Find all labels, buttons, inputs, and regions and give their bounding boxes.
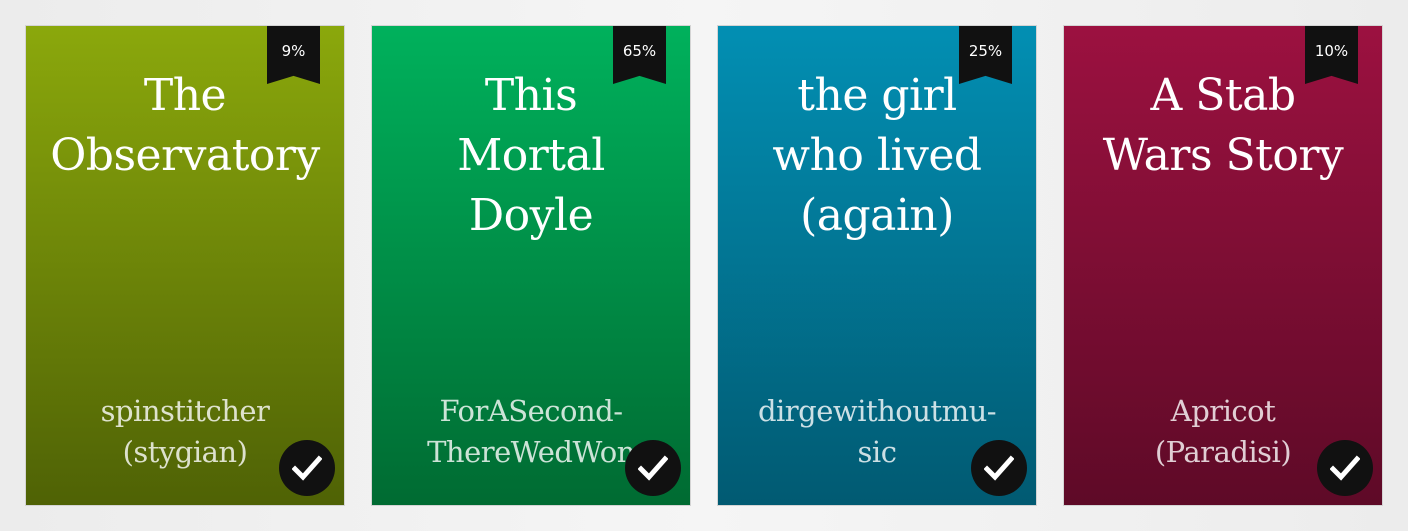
book-title: A Stab Wars Story [1102,70,1344,181]
selected-checkmark-badge[interactable] [279,440,335,496]
selected-checkmark-badge[interactable] [971,440,1027,496]
book-title: The Observatory [50,70,320,181]
book-card[interactable]: The Observatory spinstitcher (stygian) 9… [25,25,345,506]
checkmark-icon [984,455,1014,481]
progress-ribbon: 25% [959,26,1012,84]
progress-ribbon: 9% [267,26,320,84]
book-card[interactable]: the girl who lived (again) dirgewithoutm… [717,25,1037,506]
book-title: the girl who lived (again) [772,70,982,241]
checkmark-icon [638,455,668,481]
checkmark-icon [292,455,322,481]
selected-checkmark-badge[interactable] [1317,440,1373,496]
book-card[interactable]: A Stab Wars Story Apricot (Paradisi) 10% [1063,25,1383,506]
progress-percent: 10% [1314,42,1349,60]
book-card[interactable]: This Mortal Doyle ForASecond- ThereWedWo… [371,25,691,506]
checkmark-icon [1330,455,1360,481]
progress-ribbon: 10% [1305,26,1358,84]
progress-percent: 9% [281,42,306,60]
progress-ribbon: 65% [613,26,666,84]
book-title: This Mortal Doyle [457,70,605,241]
book-shelf: The Observatory spinstitcher (stygian) 9… [0,0,1408,531]
progress-percent: 65% [622,42,657,60]
progress-percent: 25% [968,42,1003,60]
selected-checkmark-badge[interactable] [625,440,681,496]
